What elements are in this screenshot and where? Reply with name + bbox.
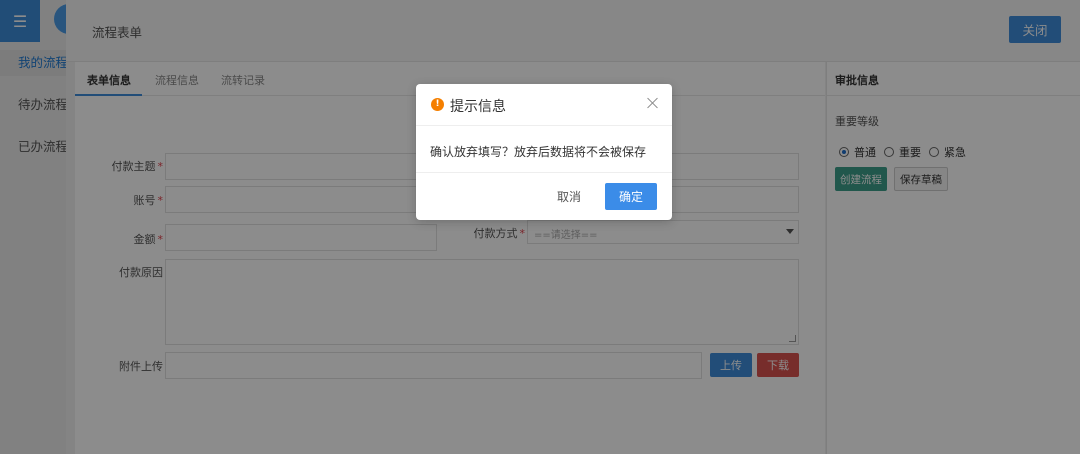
dialog-header: ! 提示信息 xyxy=(416,84,672,126)
dialog-title: 提示信息 xyxy=(450,99,506,115)
confirm-dialog: ! 提示信息 确认放弃填写？放弃后数据将不会被保存 取消 确定 xyxy=(416,84,672,220)
warning-icon: ! xyxy=(431,98,444,111)
dialog-footer: 取消 确定 xyxy=(416,172,672,220)
dialog-message: 确认放弃填写？放弃后数据将不会被保存 xyxy=(430,145,647,159)
close-icon[interactable] xyxy=(646,96,660,110)
modal-overlay[interactable] xyxy=(0,0,1080,454)
confirm-button[interactable]: 确定 xyxy=(605,183,657,210)
cancel-button[interactable]: 取消 xyxy=(546,183,592,210)
